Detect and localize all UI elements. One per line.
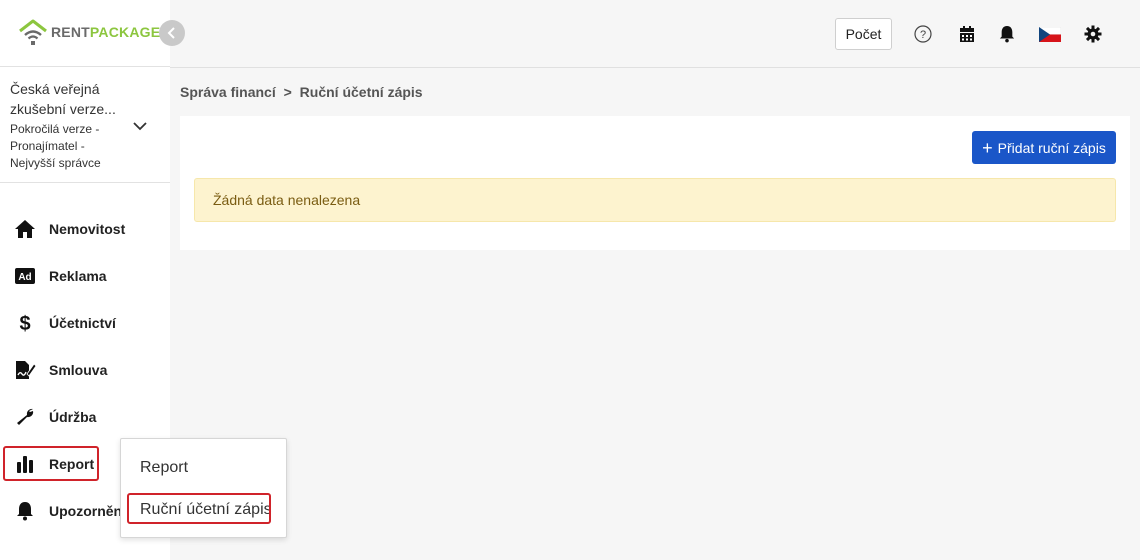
house-wifi-logo-icon — [19, 19, 47, 45]
report-submenu: Report Ruční účetní zápis — [120, 438, 287, 538]
sidebar-item-udrzba[interactable]: Údržba — [0, 397, 170, 437]
breadcrumb-separator: > — [283, 84, 292, 100]
submenu-item-report[interactable]: Report — [140, 459, 188, 477]
home-icon — [14, 218, 36, 240]
sidebar-item-ucetnictvi[interactable]: $ Účetnictví — [0, 303, 170, 343]
ad-icon: Ad — [14, 265, 36, 287]
breadcrumb: Správa financí > Ruční účetní zápis — [180, 84, 423, 100]
sidebar-item-label: Účetnictví — [49, 315, 116, 331]
breadcrumb-current: Ruční účetní zápis — [299, 84, 423, 100]
czech-flag-icon[interactable] — [1039, 24, 1061, 44]
logo[interactable]: RENTPACKAGE — [18, 18, 160, 46]
logo-package: PACKAGE — [89, 24, 161, 40]
bar-chart-icon — [14, 453, 36, 475]
add-manual-entry-button[interactable]: + Přidat ruční zápis — [972, 131, 1116, 164]
help-icon[interactable]: ? — [913, 24, 933, 44]
gear-icon[interactable] — [1083, 24, 1103, 44]
sidebar-item-smlouva[interactable]: Smlouva — [0, 350, 170, 390]
empty-state-alert: Žádná data nenalezena — [194, 178, 1116, 222]
svg-text:Ad: Ad — [18, 272, 31, 283]
top-header: Počet ? — [170, 0, 1140, 68]
chevron-down-icon[interactable] — [132, 118, 148, 136]
content-panel: + Přidat ruční zápis Žádná data nenaleze… — [180, 116, 1130, 250]
logo-text: RENTPACKAGE — [51, 24, 160, 40]
sidebar-item-reklama[interactable]: Ad Reklama — [0, 256, 170, 296]
account-role: Pokročilá verze - Pronajímatel - Nejvyšš… — [10, 122, 101, 170]
plus-icon: + — [982, 137, 993, 158]
dollar-icon: $ — [14, 312, 36, 334]
notification-bell-icon[interactable] — [997, 24, 1017, 44]
add-button-label: Přidat ruční zápis — [997, 139, 1106, 156]
sidebar-item-label: Údržba — [49, 409, 97, 425]
sidebar-item-nemovitost[interactable]: Nemovitost — [0, 209, 170, 249]
collapse-sidebar-button[interactable] — [159, 20, 185, 46]
chevron-left-icon — [167, 27, 175, 39]
sidebar-item-label: Smlouva — [49, 362, 108, 378]
account-name: Česká veřejná zkušební verze... — [10, 81, 116, 117]
sidebar-item-label: Report — [49, 456, 95, 472]
sidebar-item-label: Reklama — [49, 268, 107, 284]
empty-state-message: Žádná data nenalezena — [213, 192, 361, 208]
bell-icon — [14, 500, 36, 522]
logo-area: RENTPACKAGE — [0, 0, 170, 67]
calendar-icon[interactable] — [957, 24, 977, 44]
wrench-icon — [14, 406, 36, 428]
submenu-item-manual-entry[interactable]: Ruční účetní zápis — [140, 501, 272, 519]
breadcrumb-parent[interactable]: Správa financí — [180, 84, 276, 100]
sidebar-item-label: Nemovitost — [49, 221, 126, 237]
svg-text:?: ? — [920, 29, 926, 41]
sidebar-item-label: Upozornění — [49, 503, 126, 519]
contract-icon — [14, 359, 36, 381]
logo-rent: RENT — [51, 24, 90, 40]
count-button[interactable]: Počet — [835, 18, 892, 50]
svg-text:$: $ — [19, 313, 30, 334]
